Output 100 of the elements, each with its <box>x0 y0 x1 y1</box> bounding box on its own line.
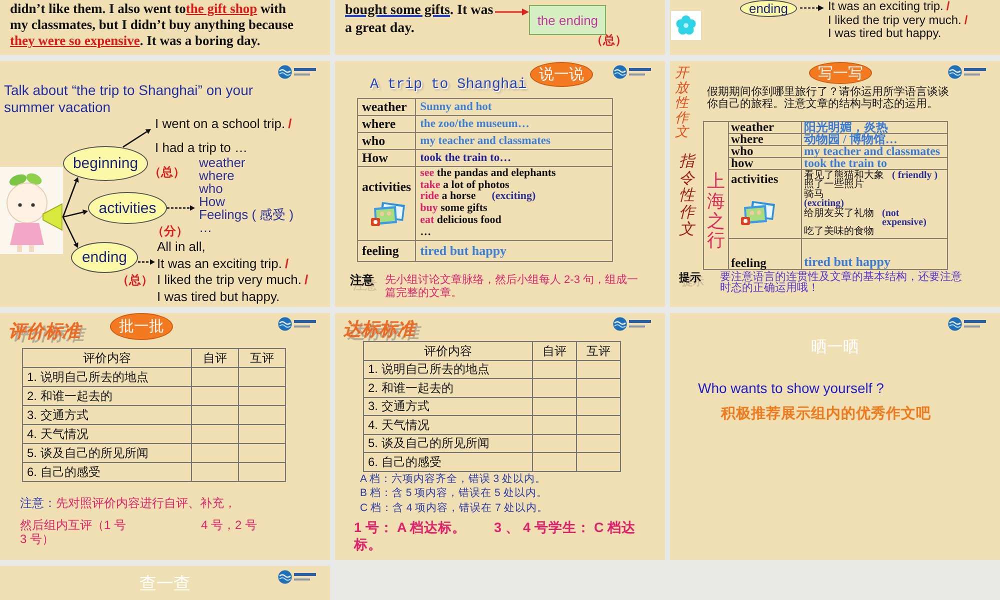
activity-note: ( friendly ) <box>892 171 938 180</box>
rating-blank <box>192 406 238 424</box>
table-cell: 3. 交通方式 <box>364 397 532 416</box>
table-cell: 4. 天气情况 <box>364 416 532 434</box>
level-text: C 档：含 4 项内容，错误在 7 处以内。 <box>360 500 548 515</box>
rating-blank <box>192 444 238 462</box>
table-cell: 1. 说明自己所去的地点 <box>364 360 532 378</box>
rating-blank <box>576 416 620 434</box>
prompt-text: 假期期间你到哪里旅行了？请你运用所学语言谈谈你自己的旅程。注意文章的结构与时态的运用。 <box>707 86 950 110</box>
row-label: activities <box>362 179 412 195</box>
activity-text: ride a horse (exciting) <box>420 191 536 203</box>
topic-text: … <box>199 221 212 234</box>
rating-blank <box>532 434 576 452</box>
rating-blank <box>532 416 576 434</box>
activity-text: see the pandas and elephants <box>420 168 556 180</box>
activity-text: 吃了美味的食物 <box>804 226 874 238</box>
topic-text: Feelings ( 感受 ) <box>199 208 294 221</box>
mind-map-node: activities <box>88 192 167 224</box>
vertical-heading: 指令性作文 <box>679 153 694 238</box>
section-tag: 说一说 <box>530 62 593 87</box>
table-cell: 1. 说明自己所去的地点 <box>22 368 192 386</box>
tip-text: 要注意语言的连贯性及文章的基本结构，还要注意时态的正确运用哦！ <box>720 272 963 295</box>
activity-note: (exciting) <box>804 199 844 209</box>
level-text: B 档：含 5 项内容，错误在 5 处以内。 <box>360 486 548 500</box>
sentence-text: It was an exciting trip. / <box>157 256 289 272</box>
flower-icon <box>671 11 701 40</box>
activity-text: 看见了熊猫和大象 <box>804 170 884 181</box>
slide-title: A trip to Shanghai <box>370 76 527 95</box>
activity-note: (not expensive) <box>882 208 928 228</box>
sentence-text: It was an exciting trip. / <box>828 0 950 14</box>
rating-blank <box>576 397 620 416</box>
row-label: who <box>358 132 416 150</box>
row-label: activities <box>731 174 778 185</box>
rating-blank <box>576 434 620 452</box>
row-value: the zoo/the museum… <box>416 116 612 132</box>
activity-text: eat delicious food <box>420 214 502 227</box>
table-cell: 4. 天气情况 <box>22 424 192 444</box>
rating-blank <box>238 368 286 386</box>
rating-blank <box>532 452 576 471</box>
section-mark: （分） <box>152 224 188 238</box>
rating-blank <box>192 386 238 406</box>
sentence-text: I went on a school trip. / <box>155 116 292 131</box>
row-label: feeling <box>358 240 416 262</box>
row-value: my teacher and classmates <box>416 132 612 150</box>
row-label: How <box>358 150 416 166</box>
rating-blank <box>238 444 286 462</box>
rating-blank <box>576 452 620 471</box>
topic-text: How <box>199 195 226 208</box>
rating-blank <box>238 406 286 424</box>
row-label: where <box>728 134 802 146</box>
tip-label: 提示 <box>679 272 701 285</box>
table-cell: 2. 和谁一起去的 <box>364 378 532 397</box>
section-mark: （总） <box>149 165 185 179</box>
column-header: 互评 <box>238 348 286 368</box>
table-cell: 3. 交通方式 <box>22 406 192 424</box>
note-text: 先小组讨论文章脉络，然后小组每人 2-3 句，组成一篇完整的文章。 <box>385 274 640 300</box>
note-text: 3 号） <box>20 532 54 546</box>
row-label: weather <box>358 98 416 116</box>
row-value: tired but happy <box>802 238 948 270</box>
level-text: A 档：六项内容齐全，错误 3 处以内。 <box>360 472 546 486</box>
note-text: 然后组内互评（1 号 <box>20 518 126 532</box>
table-cell: 5. 谈及自己的所见所闻 <box>364 434 532 452</box>
row-value: took the train to… <box>416 150 612 166</box>
row-label: feeling <box>728 238 802 270</box>
slide-heading: 评价标准 <box>8 320 80 342</box>
column-header: 自评 <box>192 348 238 368</box>
note-text: 注意：先对照评价内容进行自评、补充， <box>20 496 236 510</box>
sentence-text: I was tired but happy. <box>828 27 942 40</box>
result-text: 1 号： A 档达标。 3 、 4 号学生： C 档达标。 <box>354 520 637 553</box>
row-label: weather <box>728 122 802 134</box>
section-tag: 批一批 <box>110 313 173 340</box>
sentence-text: All in all, <box>157 239 206 256</box>
column-header: 自评 <box>532 342 576 360</box>
row-value: Sunny and hot <box>416 98 612 116</box>
rating-blank <box>532 397 576 416</box>
row-value: tired but happy <box>416 240 612 262</box>
table-title: 上海之行 <box>707 172 725 252</box>
vertical-heading: 开放性作文 <box>675 66 688 140</box>
photos-icon <box>741 201 775 226</box>
sentence-text: I was tired but happy. <box>157 289 280 306</box>
question-text: Who wants to show yourself ? <box>698 379 884 397</box>
slide-heading: 达标标准 <box>343 318 415 340</box>
topic-text: where <box>199 169 234 182</box>
row-value: took the train to <box>802 158 948 170</box>
topic-text: weather <box>199 156 246 169</box>
table-cell: 6. 自己的感受 <box>364 452 532 471</box>
ending-callout: the ending <box>529 5 606 35</box>
row-value: 阳光明媚，炎热 <box>802 122 948 134</box>
rating-blank <box>532 360 576 378</box>
rating-blank <box>238 462 286 482</box>
table-cell: 5. 谈及自己的所见所闻 <box>22 444 192 462</box>
arrow <box>167 205 195 211</box>
note-label: 注意 <box>350 274 374 288</box>
mind-map-node: beginning <box>63 146 148 181</box>
column-header: 互评 <box>576 342 620 360</box>
photos-icon <box>371 202 405 227</box>
story-paragraph: didn’t like them. I also went tothe gift shop with my classmates, but I didn’t buy anything because they were so expensive. It was a boring day. <box>10 1 294 49</box>
activity-text: 骑马 <box>804 188 824 200</box>
row-label: who <box>728 146 802 158</box>
activity-text: 照了一些照片 <box>804 179 864 190</box>
